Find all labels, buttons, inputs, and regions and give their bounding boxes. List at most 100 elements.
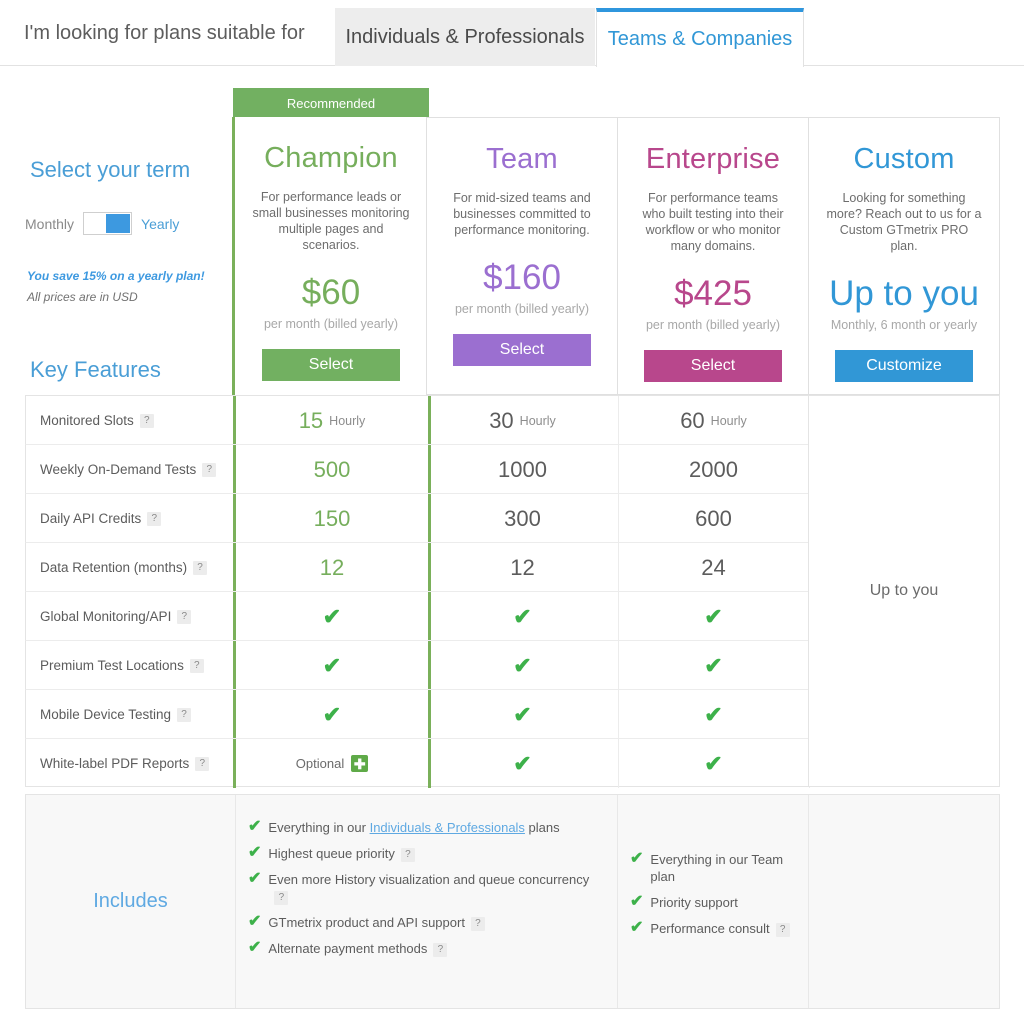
- feature-value-team-daily-api-credits: 300: [427, 494, 619, 543]
- tab-individuals-professionals-label: Individuals & Professionals: [345, 25, 585, 48]
- feature-value-champion-white-label-pdf-reports: Optional ✚: [233, 739, 431, 788]
- pricing-page: I'm looking for plans suitable for Indiv…: [0, 0, 1024, 1016]
- check-icon: ✔: [322, 652, 342, 678]
- plan-period-team: per month (billed yearly): [454, 302, 590, 316]
- check-icon: ✔: [630, 893, 644, 910]
- feature-label-text: Data Retention (months): [40, 560, 188, 575]
- includes-item-text: Performance consult: [650, 921, 770, 936]
- feature-value-team-white-label-pdf-reports: ✔: [427, 739, 619, 788]
- includes-item-text: Even more History visualization and queu…: [268, 872, 590, 887]
- select-button-team[interactable]: Select: [453, 334, 591, 366]
- feature-value: 12: [510, 554, 535, 580]
- help-icon-global-monitoring-api[interactable]: ?: [177, 609, 192, 624]
- feature-label-text: Premium Test Locations: [40, 658, 184, 673]
- feature-label-daily-api-credits: Daily API Credits?: [26, 494, 236, 543]
- plus-icon[interactable]: ✚: [351, 755, 369, 772]
- champion-includes-help-icon-1[interactable]: ?: [400, 847, 415, 862]
- includes-item: ✔ Highest queue priority?: [248, 845, 605, 862]
- enterprise-includes-help-icon-2[interactable]: ?: [775, 922, 790, 937]
- champion-includes-help-icon-4[interactable]: ?: [433, 942, 448, 957]
- help-icon-white-label-pdf-reports[interactable]: ?: [195, 756, 210, 771]
- check-icon: ✔: [322, 603, 342, 629]
- tab-teams-companies-label: Teams & Companies: [607, 28, 793, 50]
- help-icon-premium-test-locations[interactable]: ?: [189, 658, 204, 673]
- feature-value-team-premium-test-locations: ✔: [427, 641, 619, 690]
- recommended-badge-label: Recommended: [286, 95, 376, 111]
- feature-value-champion-premium-test-locations: ✔: [233, 641, 431, 690]
- optional-label: Optional: [295, 756, 345, 771]
- champion-includes-help-icon-2[interactable]: ?: [274, 890, 289, 905]
- feature-value-enterprise-monitored-slots: 60 Hourly: [618, 396, 810, 445]
- includes-item: ✔ GTmetrix product and API support?: [248, 914, 605, 931]
- feature-value: 600: [695, 505, 732, 531]
- includes-item: ✔ Everything in our Team plan: [630, 851, 798, 885]
- feature-value-enterprise-mobile-device-testing: ✔: [618, 690, 810, 739]
- champion-includes-help-icon-3[interactable]: ?: [470, 916, 485, 931]
- feature-label-premium-test-locations: Premium Test Locations?: [26, 641, 236, 690]
- check-icon: ✔: [704, 701, 723, 727]
- feature-value-team-global-monitoring-api: ✔: [427, 592, 619, 641]
- help-icon-weekly-on-demand-tests[interactable]: ?: [202, 462, 217, 477]
- check-icon: ✔: [248, 870, 262, 887]
- tab-teams-companies[interactable]: Teams & Companies: [596, 8, 804, 67]
- feature-label-text: Mobile Device Testing: [40, 707, 172, 722]
- help-icon-data-retention-months[interactable]: ?: [193, 560, 208, 575]
- feature-value: 30: [489, 407, 514, 433]
- check-icon: ✔: [704, 652, 723, 678]
- plan-period-enterprise: per month (billed yearly): [645, 318, 781, 332]
- check-icon: ✔: [513, 652, 532, 678]
- tab-individuals-professionals[interactable]: Individuals & Professionals: [335, 8, 595, 66]
- help-icon-mobile-device-testing[interactable]: ?: [177, 707, 192, 722]
- plan-cards-row: Champion For performance leads or small …: [0, 117, 1024, 395]
- plan-description-team: For mid-sized teams and businesses commi…: [453, 191, 591, 237]
- plan-description-enterprise: For performance teams who built testing …: [642, 191, 784, 253]
- feature-value-enterprise-daily-api-credits: 600: [618, 494, 810, 543]
- includes-item: ✔ Priority support: [630, 894, 798, 911]
- includes-item-body: Alternate payment methods?: [268, 940, 448, 957]
- plan-description-custom: Looking for something more? Reach out to…: [826, 191, 982, 253]
- help-icon-monitored-slots[interactable]: ?: [139, 413, 154, 428]
- feature-label-weekly-on-demand-tests: Weekly On-Demand Tests?: [26, 445, 236, 494]
- plan-description-champion: For performance leads or small businesse…: [252, 190, 410, 252]
- plan-card-team: Team For mid-sized teams and businesses …: [426, 117, 618, 395]
- plan-card-champion: Champion For performance leads or small …: [232, 117, 430, 395]
- check-icon: ✔: [704, 603, 723, 629]
- feature-value: 1000: [498, 456, 547, 482]
- feature-value: 300: [504, 505, 541, 531]
- includes-item-body: Everything in our Individuals & Professi…: [268, 819, 559, 836]
- feature-value-champion-weekly-on-demand-tests: 500: [233, 445, 431, 494]
- feature-value: 12: [319, 554, 345, 580]
- feature-value-champion-mobile-device-testing: ✔: [233, 690, 431, 739]
- check-icon: ✔: [248, 844, 262, 861]
- feature-value-unit: Hourly: [329, 413, 366, 428]
- includes-item: ✔ Even more History visualization and que…: [248, 871, 605, 905]
- includes-cell-custom: [809, 795, 1000, 1008]
- includes-item-body: Highest queue priority?: [268, 845, 415, 862]
- feature-value-team-data-retention-months: 12: [427, 543, 619, 592]
- includes-list-champion: ✔ Everything in our Individuals & Profess…: [236, 795, 618, 1008]
- customize-button-custom[interactable]: Customize: [835, 350, 973, 382]
- includes-item-text-suffix: plans: [524, 820, 560, 835]
- includes-item-body: Priority support: [650, 894, 737, 911]
- select-button-enterprise[interactable]: Select: [644, 350, 782, 382]
- feature-label-white-label-pdf-reports: White-label PDF Reports?: [26, 739, 236, 788]
- check-icon: ✔: [704, 750, 723, 776]
- feature-value-enterprise-premium-test-locations: ✔: [618, 641, 810, 690]
- plan-price-enterprise: $425: [674, 274, 752, 313]
- feature-value-unit: Hourly: [519, 413, 556, 428]
- key-features-table: Monitored Slots? 15 Hourly 30 Hourly 60 Hourly…: [25, 395, 1000, 788]
- select-button-champion[interactable]: Select: [262, 349, 400, 381]
- feature-value-enterprise-white-label-pdf-reports: ✔: [618, 739, 810, 788]
- includes-item-text: Priority support: [650, 895, 738, 910]
- feature-value-champion-monitored-slots: 15 Hourly: [233, 396, 431, 445]
- feature-label-text: Global Monitoring/API: [40, 609, 172, 624]
- custom-plan-feature-value: Up to you: [869, 582, 939, 599]
- feature-label-global-monitoring-api: Global Monitoring/API?: [26, 592, 236, 641]
- plan-name-team: Team: [486, 143, 558, 175]
- help-icon-daily-api-credits[interactable]: ?: [147, 511, 162, 526]
- check-icon: ✔: [513, 603, 532, 629]
- includes-item-link[interactable]: Individuals & Professionals: [370, 820, 525, 835]
- check-icon: ✔: [513, 750, 532, 776]
- check-icon: ✔: [630, 850, 644, 867]
- includes-item-body: Performance consult?: [650, 920, 790, 937]
